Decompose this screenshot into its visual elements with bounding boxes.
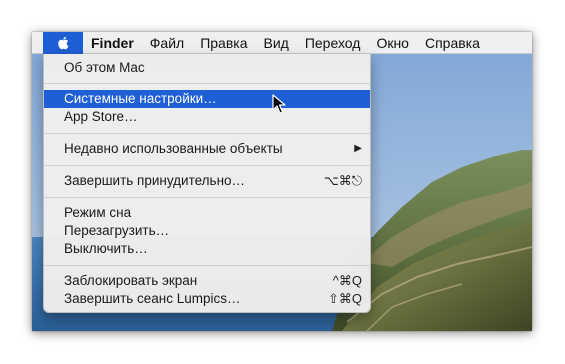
mouse-pointer-icon [272,94,286,114]
menu-item-system-preferences[interactable]: Системные настройки… [44,90,370,108]
menu-separator [44,265,370,266]
menu-view[interactable]: Вид [256,32,297,54]
menu-item-app-store[interactable]: App Store… [44,108,370,126]
menu-item-label: Недавно использованные объекты [64,141,283,156]
menu-separator [44,197,370,198]
menu-file[interactable]: Файл [142,32,192,54]
menu-go[interactable]: Переход [297,32,369,54]
menu-item-force-quit[interactable]: Завершить принудительно… ⌥⌘⎋ [44,172,370,190]
menu-item-restart[interactable]: Перезагрузить… [44,222,370,240]
menu-finder[interactable]: Finder [83,32,142,54]
menu-bar: Finder Файл Правка Вид Переход Окно Спра… [32,32,532,54]
menu-item-shutdown[interactable]: Выключить… [44,240,370,258]
apple-menu-button[interactable] [43,32,83,54]
menu-item-label: Завершить сеанс Lumpics… [64,291,241,306]
menu-window[interactable]: Окно [368,32,417,54]
menu-item-label: Выключить… [64,241,148,256]
menu-item-log-out[interactable]: Завершить сеанс Lumpics… ⇧⌘Q [44,290,370,308]
menu-item-label: Заблокировать экран [64,273,198,288]
menu-separator [44,165,370,166]
menu-item-label: Перезагрузить… [64,223,170,238]
menu-item-about[interactable]: Об этом Mac [44,59,370,77]
menu-item-sleep[interactable]: Режим сна [44,204,370,222]
submenu-arrow-icon: ▶ [354,143,362,154]
lock-shortcut: ^⌘Q [332,273,362,288]
apple-dropdown-menu: Об этом Mac Системные настройки… App Sto… [43,54,371,313]
screen: Finder Файл Правка Вид Переход Окно Спра… [32,32,532,331]
menu-item-label: App Store… [64,109,138,124]
menu-item-label: Режим сна [64,205,132,220]
menu-item-label: Об этом Mac [64,60,145,75]
logout-shortcut: ⇧⌘Q [327,291,362,306]
menu-item-recent-items[interactable]: Недавно использованные объекты ▶ [44,140,370,158]
menu-help[interactable]: Справка [417,32,488,54]
menu-item-label: Завершить принудительно… [64,173,246,188]
menu-separator [44,83,370,84]
menu-separator [44,133,370,134]
menu-item-label: Системные настройки… [64,91,217,106]
apple-logo-icon [58,36,69,49]
menu-edit[interactable]: Правка [192,32,255,54]
force-quit-shortcut: ⌥⌘⎋ [323,173,362,188]
menu-item-lock-screen[interactable]: Заблокировать экран ^⌘Q [44,272,370,290]
